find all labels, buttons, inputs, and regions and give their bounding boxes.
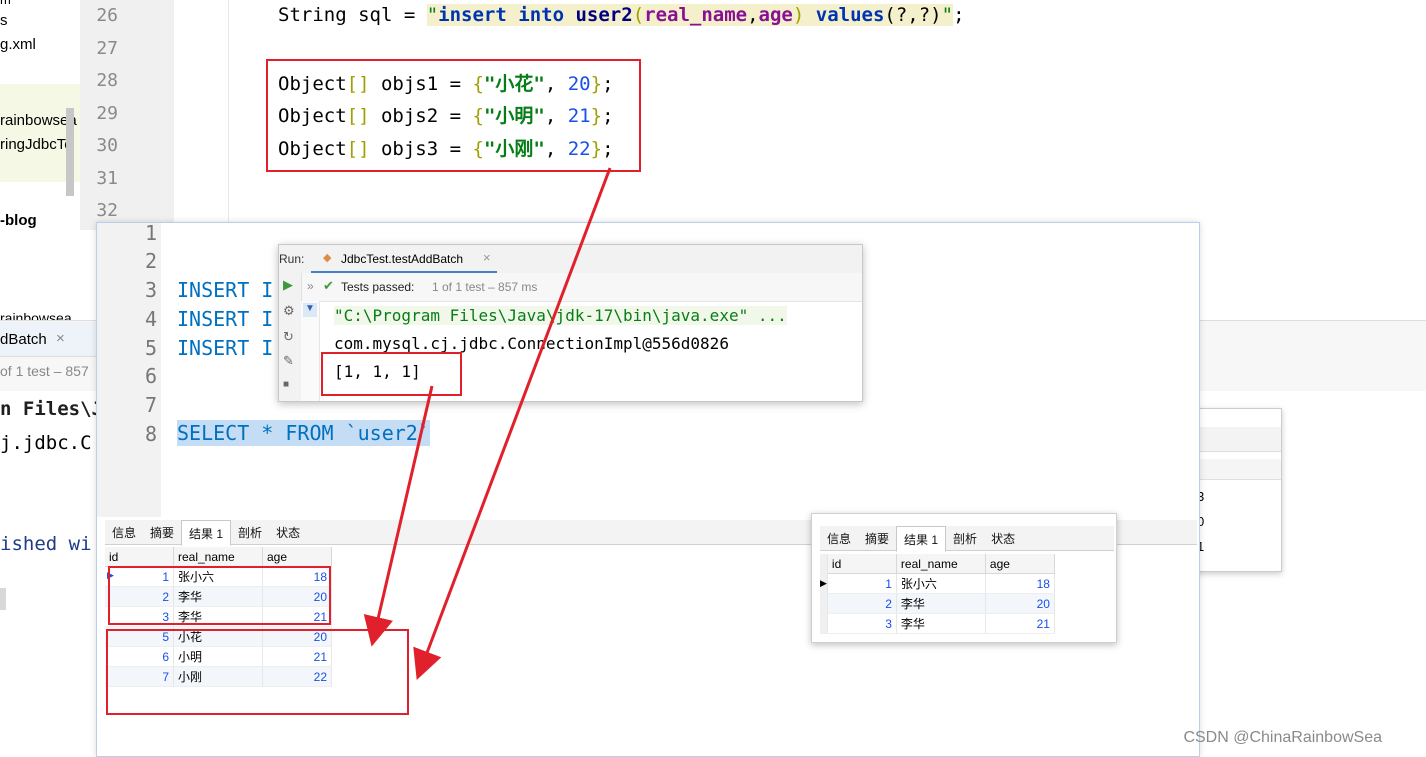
arrow-result-to-rows xyxy=(363,385,434,647)
arrow-params-to-rows xyxy=(413,167,612,681)
annotation-arrows xyxy=(363,167,612,681)
watermark: CSDN @ChinaRainbowSea xyxy=(1183,729,1382,746)
